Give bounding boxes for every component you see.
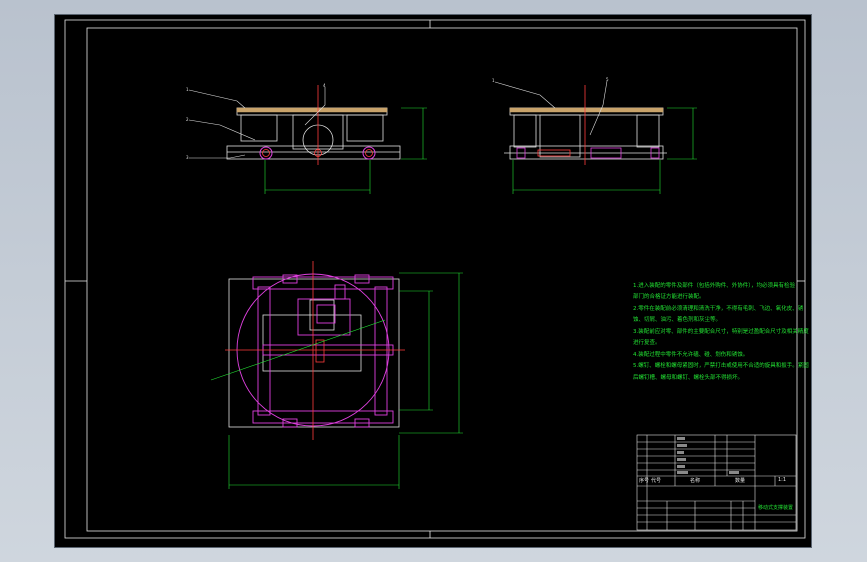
note-line: 4.装配过程中零件不允许磕、碰、划伤和锈蚀。 [633, 352, 749, 358]
title-block-code-header: 代号 [651, 478, 662, 484]
note-line: 进行复查。 [633, 340, 661, 346]
sheet-inner-border [86, 27, 798, 532]
sheet-outer-border [64, 19, 806, 539]
note-line: 1.进入装配的零件及部件（包括外购件、外协件），均必须具有检验 [633, 283, 795, 289]
drawing-name: 移动式支撑装置 [758, 505, 794, 511]
note-line: 3.装配前应对零、部件的主要配合尺寸，特别是过盈配合尺寸及相关精度 [633, 329, 809, 335]
note-line: 后螺钉槽、螺母和螺钉、螺栓头部不得损坏。 [633, 375, 744, 381]
title-block-seq-header: 序号 [639, 478, 650, 484]
side-view: 1 5 [492, 77, 697, 194]
part-label: 2 [186, 117, 189, 122]
scale-value: 1:1 [778, 477, 787, 483]
front-view: 1 2 3 4 [186, 83, 427, 194]
note-line: 部门的合格证方能进行装配。 [633, 294, 705, 300]
part-label: 4 [323, 83, 326, 88]
part-label: 3 [186, 155, 189, 160]
note-line: 5.螺钉、螺栓和螺母紧固时，严禁打击或使用不合适的旋具和扳手。紧固 [633, 363, 809, 369]
part-label: 1 [186, 87, 189, 92]
part-label: 1 [492, 78, 495, 83]
cad-viewport[interactable]: 1 2 3 4 1 5 1.进入装配的零件及部件（包括外购件、外协件），均必须具… [54, 14, 812, 548]
note-line: 蚀、切屑、油污、着色剂和灰尘等。 [633, 317, 722, 323]
title-block-qty-header: 数量 [735, 478, 746, 484]
note-line: 2.零件在装配前必须清理和清洗干净，不得有毛刺、飞边、氧化皮、锈 [633, 306, 804, 312]
part-label: 5 [606, 77, 609, 82]
title-block-name-header: 名称 [690, 478, 701, 484]
plan-view [210, 261, 463, 489]
